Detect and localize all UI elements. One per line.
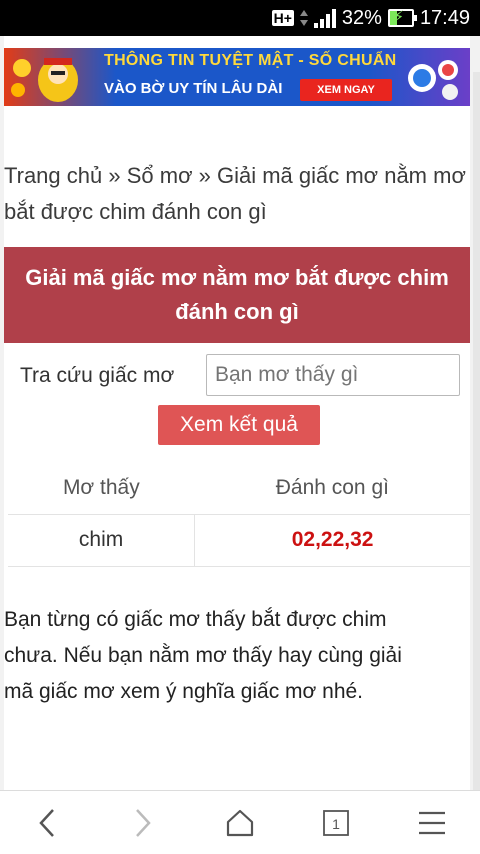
dream-search-input[interactable]: [206, 354, 460, 396]
menu-icon: [419, 811, 445, 835]
breadcrumb-section-link[interactable]: Sổ mơ: [127, 163, 193, 188]
column-header-numbers: Đánh con gì: [194, 462, 470, 515]
tabs-icon: 1: [323, 810, 349, 836]
article-paragraph: Bạn từng có giấc mơ thấy bắt được chim c…: [4, 608, 402, 703]
search-label: Tra cứu giấc mơ: [20, 364, 175, 387]
clipped-text-line: [4, 780, 154, 790]
battery-charging-icon: ⚡: [387, 9, 417, 27]
banner-cta-button[interactable]: XEM NGAY: [300, 79, 392, 101]
signal-icon: [313, 8, 336, 28]
data-activity-icon: [299, 9, 308, 27]
ad-banner[interactable]: THÔNG TIN TUYỆT MẬT - SỐ CHUẨN VÀO BỜ UY…: [4, 48, 470, 106]
view-result-button[interactable]: Xem kết quả: [158, 405, 320, 445]
page-content: THÔNG TIN TUYỆT MẬT - SỐ CHUẨN VÀO BỜ UY…: [4, 36, 470, 790]
lottery-balls-icon: [408, 60, 458, 100]
forward-button[interactable]: [102, 791, 182, 854]
tabs-button[interactable]: 1: [296, 791, 376, 854]
search-row: Tra cứu giấc mơ: [4, 354, 470, 398]
mascot-icon: [11, 58, 78, 102]
breadcrumb: Trang chủ » Sổ mơ » Giải mã giấc mơ nằm …: [4, 158, 470, 230]
breadcrumb-home-link[interactable]: Trang chủ: [4, 163, 102, 188]
clock: 17:49: [419, 6, 470, 29]
forward-icon: [136, 809, 151, 837]
page-title: Giải mã giấc mơ nằm mơ bắt được chim đán…: [4, 247, 470, 343]
tabs-count: 1: [332, 816, 340, 832]
scrollbar[interactable]: [473, 72, 480, 790]
banner-subline: VÀO BỜ UY TÍN LÂU DÀI: [104, 80, 283, 97]
breadcrumb-separator: »: [192, 163, 217, 188]
column-header-dream: Mơ thấy: [8, 462, 195, 515]
menu-button[interactable]: [392, 791, 472, 854]
table-header-row: Mơ thấy Đánh con gì: [8, 462, 470, 515]
home-icon: [226, 809, 254, 837]
status-icons: H+ 32% ⚡ 17:49: [271, 0, 470, 36]
back-button[interactable]: [8, 791, 88, 854]
banner-headline: THÔNG TIN TUYỆT MẬT - SỐ CHUẨN: [104, 52, 397, 69]
network-type: H+: [271, 10, 294, 26]
dream-cell: chim: [8, 514, 196, 567]
results-table: Mơ thấy Đánh con gì chim 02,22,32: [8, 462, 470, 567]
browser-bottom-bar: 1: [0, 790, 480, 854]
battery-percent: 32%: [341, 6, 382, 29]
back-icon: [39, 809, 54, 837]
web-page: THÔNG TIN TUYỆT MẬT - SỐ CHUẨN VÀO BỜ UY…: [0, 36, 480, 790]
numbers-cell: 02,22,32: [194, 514, 470, 567]
breadcrumb-separator: »: [102, 163, 127, 188]
table-row: chim 02,22,32: [8, 514, 470, 567]
home-button[interactable]: [200, 791, 280, 854]
status-bar: H+ 32% ⚡ 17:49: [0, 0, 480, 36]
